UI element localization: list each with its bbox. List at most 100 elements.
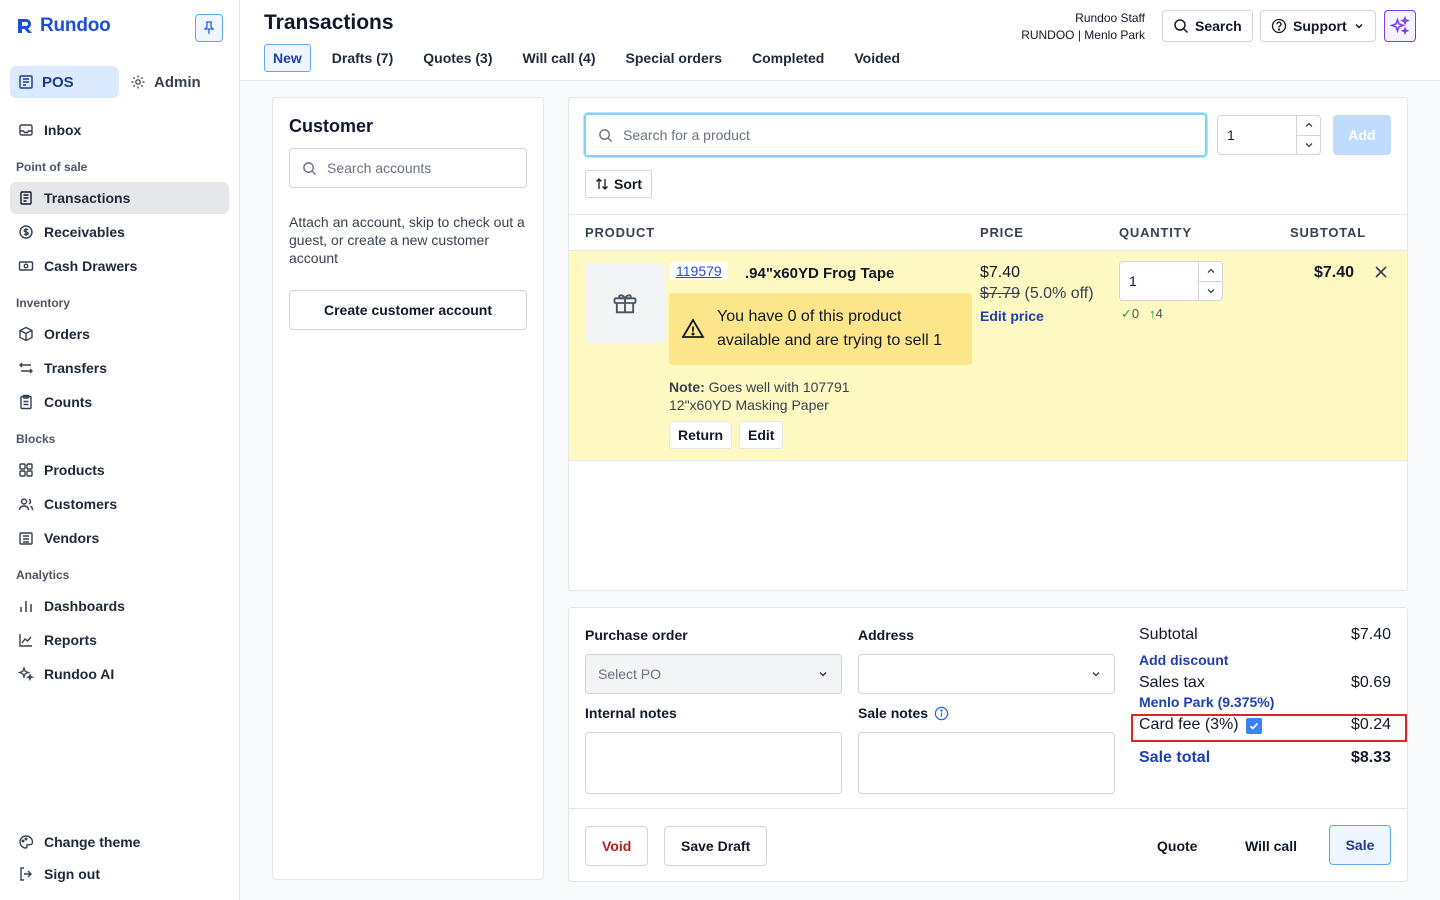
receipt-icon: [20, 191, 32, 205]
clipboard-icon: [20, 394, 32, 410]
tab-voided[interactable]: Voided: [845, 44, 909, 72]
increment-button[interactable]: [1297, 116, 1320, 136]
line-quantity-stepper[interactable]: 1: [1119, 261, 1223, 301]
check-icon: ✓: [1121, 306, 1132, 321]
card-fee-value: $0.24: [1350, 716, 1391, 733]
search-icon: [1174, 19, 1189, 34]
sign-out-button[interactable]: Sign out: [10, 858, 229, 890]
edit-line-button[interactable]: Edit: [739, 421, 784, 449]
stock-warning: You have 0 of this product available and…: [669, 293, 972, 365]
tab-quotes[interactable]: Quotes (3): [414, 44, 501, 72]
store-icon: [19, 75, 33, 89]
quote-button[interactable]: Quote: [1157, 826, 1197, 866]
internal-notes-textarea[interactable]: [585, 732, 842, 794]
line-quantity-value[interactable]: 1: [1120, 262, 1198, 300]
will-call-button[interactable]: Will call: [1245, 826, 1297, 866]
sidebar-item-reports[interactable]: Reports: [10, 624, 229, 656]
chevron-up-icon: [1305, 122, 1312, 128]
tab-completed[interactable]: Completed: [743, 44, 833, 72]
cash-icon: [18, 261, 34, 271]
sale-total-label[interactable]: Sale total: [1139, 749, 1210, 767]
customer-search-input[interactable]: Search accounts: [289, 148, 527, 188]
sidebar-item-inbox[interactable]: Inbox: [10, 114, 229, 146]
change-theme-button[interactable]: Change theme: [10, 826, 229, 858]
sidebar-item-rundoo-ai[interactable]: Rundoo AI: [10, 658, 229, 690]
stepper-controls: [1296, 116, 1320, 154]
tab-drafts[interactable]: Drafts (7): [323, 44, 402, 72]
admin-mode-label: Admin: [154, 73, 201, 91]
stock-levels: ✓0 ↑4: [1121, 306, 1163, 322]
tab-special-orders[interactable]: Special orders: [617, 44, 732, 72]
add-quantity-value[interactable]: 1: [1218, 116, 1296, 154]
building-icon: [19, 532, 33, 545]
void-button[interactable]: Void: [585, 826, 649, 866]
sparkles-icon: [18, 666, 34, 682]
divider: [569, 808, 1407, 809]
pin-sidebar-button[interactable]: [195, 14, 223, 42]
ai-assistant-button[interactable]: [1384, 10, 1416, 42]
warning-triangle-icon: [681, 318, 705, 338]
sort-button[interactable]: Sort: [585, 170, 652, 198]
sidebar-item-products[interactable]: Products: [10, 454, 229, 486]
tax-location-link[interactable]: Menlo Park (9.375%): [1139, 694, 1274, 710]
line-price: $7.40: [980, 264, 1021, 281]
sidebar-item-dashboards[interactable]: Dashboards: [10, 590, 229, 622]
sidebar-item-customers[interactable]: Customers: [10, 488, 229, 520]
global-search-button[interactable]: Search: [1162, 10, 1253, 42]
column-header-product: PRODUCT: [585, 225, 655, 240]
sort-label: Sort: [614, 176, 642, 192]
transaction-tabs: New Drafts (7) Quotes (3) Will call (4) …: [264, 44, 913, 72]
add-discount-link[interactable]: Add discount: [1139, 652, 1228, 668]
sidebar-item-orders[interactable]: Orders: [10, 318, 229, 350]
store-name: RUNDOO | Menlo Park: [1021, 28, 1145, 42]
save-draft-button[interactable]: Save Draft: [664, 826, 768, 866]
help-circle-icon: [1271, 18, 1287, 34]
customer-title: Customer: [289, 116, 374, 136]
subtotal-value: $7.40: [1350, 626, 1391, 643]
tab-will-call[interactable]: Will call (4): [514, 44, 605, 72]
pos-mode-button[interactable]: POS: [10, 66, 119, 98]
decrement-button[interactable]: [1297, 136, 1320, 155]
discount-percent: (5.0% off): [1024, 285, 1094, 302]
inbox-icon: [19, 124, 33, 136]
nav-section-point-of-sale: Point of sale: [16, 160, 88, 174]
line-chart-icon: [19, 634, 32, 647]
edit-price-link[interactable]: Edit price: [980, 308, 1044, 324]
sale-button[interactable]: Sale: [1329, 825, 1391, 865]
product-name: .94"x60YD Frog Tape: [745, 265, 895, 282]
return-button[interactable]: Return: [669, 421, 733, 449]
column-header-quantity: QUANTITY: [1119, 225, 1192, 240]
grid-icon: [19, 463, 33, 477]
admin-mode-button[interactable]: Admin: [130, 66, 201, 98]
card-fee-checkbox[interactable]: [1246, 718, 1262, 734]
purchase-order-select[interactable]: Select PO: [585, 654, 842, 694]
remove-line-button[interactable]: [1373, 264, 1389, 285]
product-search-placeholder: Search for a product: [623, 127, 750, 143]
increment-button[interactable]: [1199, 262, 1222, 282]
sidebar-item-transactions[interactable]: Transactions: [10, 182, 229, 214]
sale-notes-textarea[interactable]: [858, 732, 1115, 794]
sidebar-item-counts[interactable]: Counts: [10, 386, 229, 418]
sidebar-item-cash-drawers[interactable]: Cash Drawers: [10, 250, 229, 282]
support-dropdown[interactable]: Support: [1260, 10, 1376, 42]
create-customer-account-button[interactable]: Create customer account: [289, 290, 527, 330]
brand-logo[interactable]: Rundoo: [16, 15, 111, 37]
search-button-label: Search: [1195, 18, 1242, 34]
add-quantity-stepper[interactable]: 1: [1217, 115, 1321, 155]
info-icon[interactable]: [934, 706, 949, 721]
product-sku-link[interactable]: 119579: [670, 262, 728, 280]
product-search-input[interactable]: Search for a product: [584, 113, 1207, 157]
nav-section-analytics: Analytics: [16, 568, 70, 582]
address-select[interactable]: [858, 654, 1115, 694]
decrement-button[interactable]: [1199, 282, 1222, 301]
sidebar-item-vendors[interactable]: Vendors: [10, 522, 229, 554]
sidebar-item-transfers[interactable]: Transfers: [10, 352, 229, 384]
sidebar-item-receivables[interactable]: Receivables: [10, 216, 229, 248]
sort-arrows-icon: [596, 178, 608, 190]
sale-notes-label-row: Sale notes: [858, 705, 949, 721]
add-product-button[interactable]: Add: [1333, 115, 1391, 155]
tab-new[interactable]: New: [264, 44, 311, 72]
arrows-transfer-icon: [19, 362, 33, 374]
pin-icon: [203, 21, 215, 34]
address-label: Address: [858, 627, 915, 643]
